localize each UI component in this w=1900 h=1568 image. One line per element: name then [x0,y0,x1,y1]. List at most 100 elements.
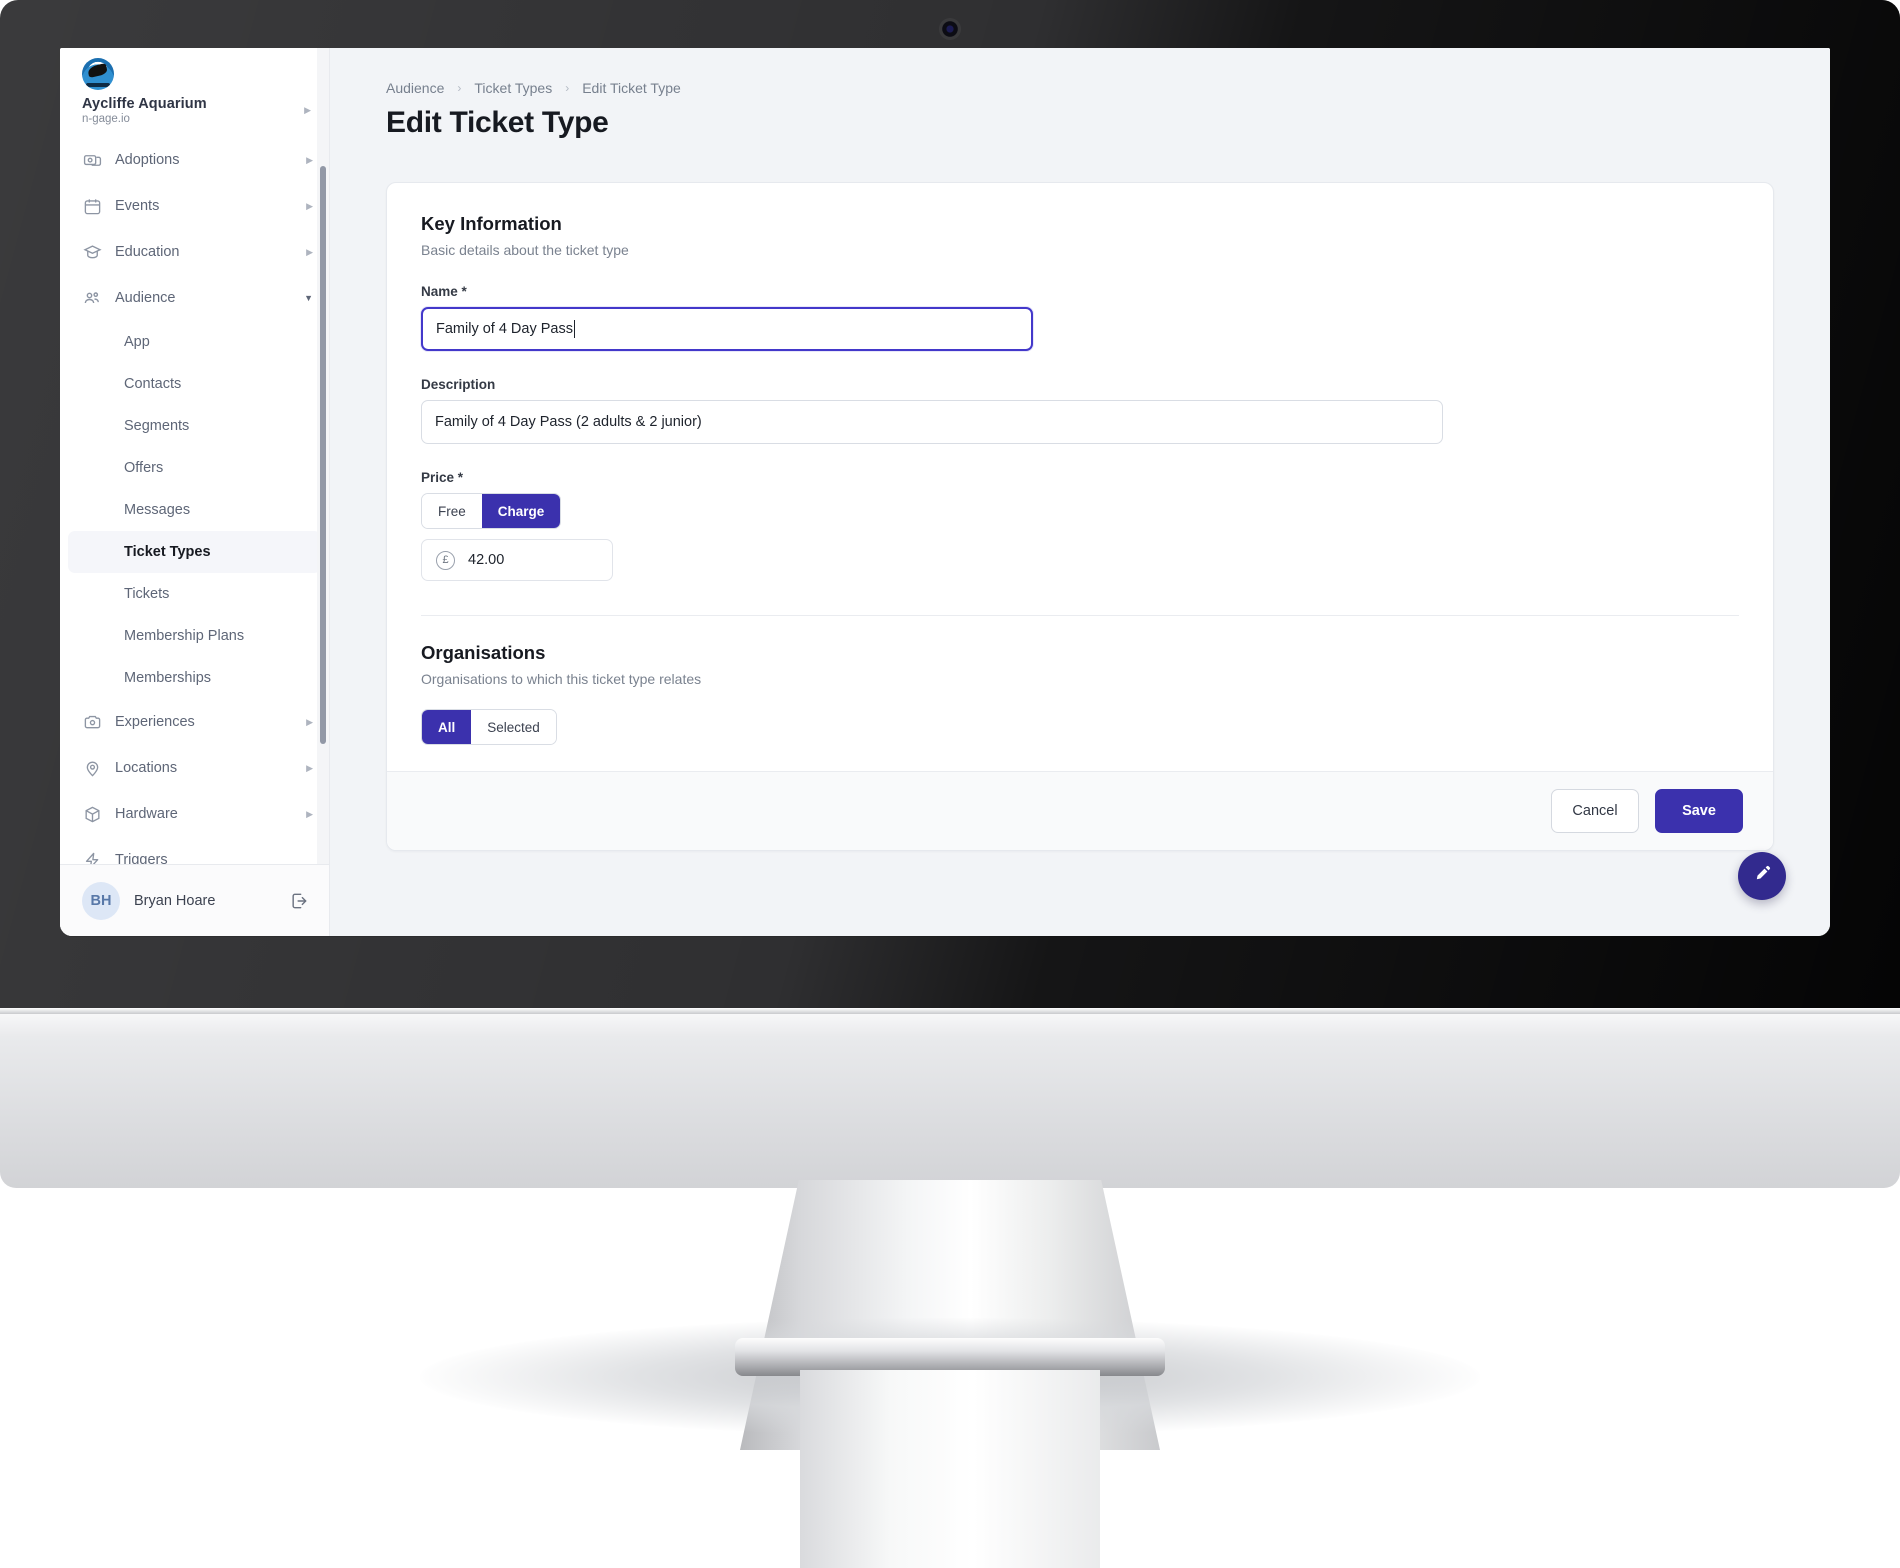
chevron-right-icon[interactable]: ▶ [306,809,313,820]
chevron-right-icon[interactable]: ▶ [304,105,311,116]
description-input[interactable]: Family of 4 Day Pass (2 adults & 2 junio… [421,400,1443,444]
brand-block[interactable]: Aycliffe Aquarium n-gage.io ▶ [60,58,329,129]
sidebar-item-label: Education [115,244,180,260]
sidebar-item-events[interactable]: Events ▶ [60,183,329,229]
currency-pound-icon: £ [436,550,455,570]
cube-icon [82,804,102,824]
camera-icon [82,712,102,732]
breadcrumb-separator-icon: › [565,81,570,95]
sidebar-item-adoptions[interactable]: Adoptions ▶ [60,137,329,183]
chevron-right-icon[interactable]: ▶ [306,763,313,774]
organisations-option-all[interactable]: All [422,710,472,744]
price-mode-toggle: Free Charge [421,493,562,529]
section-divider [421,615,1739,616]
monitor-stand-lower [800,1370,1100,1568]
logout-icon[interactable] [289,891,309,911]
adoptions-icon [82,150,102,170]
price-option-free[interactable]: Free [422,494,482,528]
price-amount-value: 42.00 [468,552,505,568]
sidebar-item-label: Events [115,198,160,214]
sidebar-item-audience[interactable]: Audience ▼ [60,275,329,321]
breadcrumb: Audience › Ticket Types › Edit Ticket Ty… [386,80,1774,96]
name-input-value: Family of 4 Day Pass [436,321,573,337]
monitor-chin [0,1008,1900,1188]
price-amount-input[interactable]: £ 42.00 [421,539,613,581]
breadcrumb-separator-icon: › [457,81,462,95]
sidebar-subitem-label: Segments [124,418,190,434]
sidebar-item-messages[interactable]: Messages [68,489,321,531]
sidebar-item-triggers[interactable]: Triggers [60,837,329,864]
sidebar-item-contacts[interactable]: Contacts [68,363,321,405]
price-label: Price * [421,470,464,485]
sidebar-subitem-label: Ticket Types [124,544,211,560]
calendar-icon [82,196,102,216]
main-content: Audience › Ticket Types › Edit Ticket Ty… [330,48,1830,936]
organisations-subtitle: Organisations to which this ticket type … [421,671,702,687]
screen-content: Aycliffe Aquarium n-gage.io ▶ Adoptions … [60,48,1830,936]
page-title: Edit Ticket Type [386,106,609,139]
cancel-button[interactable]: Cancel [1551,789,1639,833]
chevron-right-icon[interactable]: ▶ [306,717,313,728]
sidebar-clipped-item [60,48,329,58]
sidebar-scroll-area: Aycliffe Aquarium n-gage.io ▶ Adoptions … [60,48,329,864]
name-input[interactable]: Family of 4 Day Pass [421,307,1033,351]
save-button[interactable]: Save [1655,789,1743,833]
breadcrumb-item-current: Edit Ticket Type [582,80,681,96]
key-information-subtitle: Basic details about the ticket type [421,242,629,258]
edit-ticket-type-card: Key Information Basic details about the … [386,182,1774,851]
sidebar-subitem-label: Membership Plans [124,628,245,644]
sidebar-item-label: Hardware [115,806,178,822]
sidebar-item-segments[interactable]: Segments [68,405,321,447]
sidebar-item-experiences[interactable]: Experiences ▶ [60,699,329,745]
graduation-icon [82,242,102,262]
sidebar-scrollbar-thumb[interactable] [320,166,326,744]
organisations-title: Organisations [421,642,546,663]
sidebar-item-locations[interactable]: Locations ▶ [60,745,329,791]
sidebar: Aycliffe Aquarium n-gage.io ▶ Adoptions … [60,48,330,936]
edit-fab-button[interactable] [1738,852,1786,900]
sidebar-item-tickets[interactable]: Tickets [68,573,321,615]
chevron-down-icon[interactable]: ▼ [304,293,313,303]
sidebar-item-hardware[interactable]: Hardware ▶ [60,791,329,837]
people-icon [82,288,102,308]
monitor-scene: Aycliffe Aquarium n-gage.io ▶ Adoptions … [0,0,1900,1568]
webcam-icon [939,18,961,40]
breadcrumb-item-ticket-types[interactable]: Ticket Types [474,80,552,96]
breadcrumb-item-audience[interactable]: Audience [386,80,444,96]
brand-name: Aycliffe Aquarium [82,96,207,112]
sidebar-item-memberships[interactable]: Memberships [68,657,321,699]
pin-icon [82,758,102,778]
avatar: BH [82,881,120,920]
organisations-toggle: All Selected [421,709,557,745]
key-information-title: Key Information [421,213,562,234]
sidebar-item-label: Locations [115,760,178,776]
aquarium-logo-icon [82,58,114,90]
sidebar-item-education[interactable]: Education ▶ [60,229,329,275]
brand-domain: n-gage.io [82,113,130,125]
description-field-group: Description Family of 4 Day Pass (2 adul… [421,377,1739,444]
sidebar-item-membership-plans[interactable]: Membership Plans [68,615,321,657]
pencil-icon [1752,863,1773,889]
chevron-right-icon[interactable]: ▶ [306,155,313,166]
sidebar-item-label: Adoptions [115,152,180,168]
sidebar-item-app[interactable]: App [68,321,321,363]
card-body: Key Information Basic details about the … [387,183,1773,771]
card-footer: Cancel Save [387,771,1773,850]
sidebar-subitem-label: App [124,334,150,350]
description-label: Description [421,377,496,392]
chevron-right-icon[interactable]: ▶ [306,201,313,212]
user-name: Bryan Hoare [134,892,216,909]
price-option-charge[interactable]: Charge [481,494,561,528]
sidebar-subitem-label: Offers [124,460,164,476]
organisations-option-selected[interactable]: Selected [471,710,556,744]
sidebar-item-ticket-types[interactable]: Ticket Types [68,531,321,573]
sidebar-item-offers[interactable]: Offers [68,447,321,489]
description-input-value: Family of 4 Day Pass (2 adults & 2 junio… [435,414,702,430]
sidebar-subitem-label: Memberships [124,670,212,686]
sidebar-item-label: Triggers [115,852,168,864]
sidebar-item-label: Experiences [115,714,195,730]
sidebar-subitem-label: Tickets [124,586,170,602]
name-field-group: Name * Family of 4 Day Pass [421,284,1739,351]
chevron-right-icon[interactable]: ▶ [306,247,313,258]
sidebar-user-footer[interactable]: BH Bryan Hoare [60,864,329,936]
